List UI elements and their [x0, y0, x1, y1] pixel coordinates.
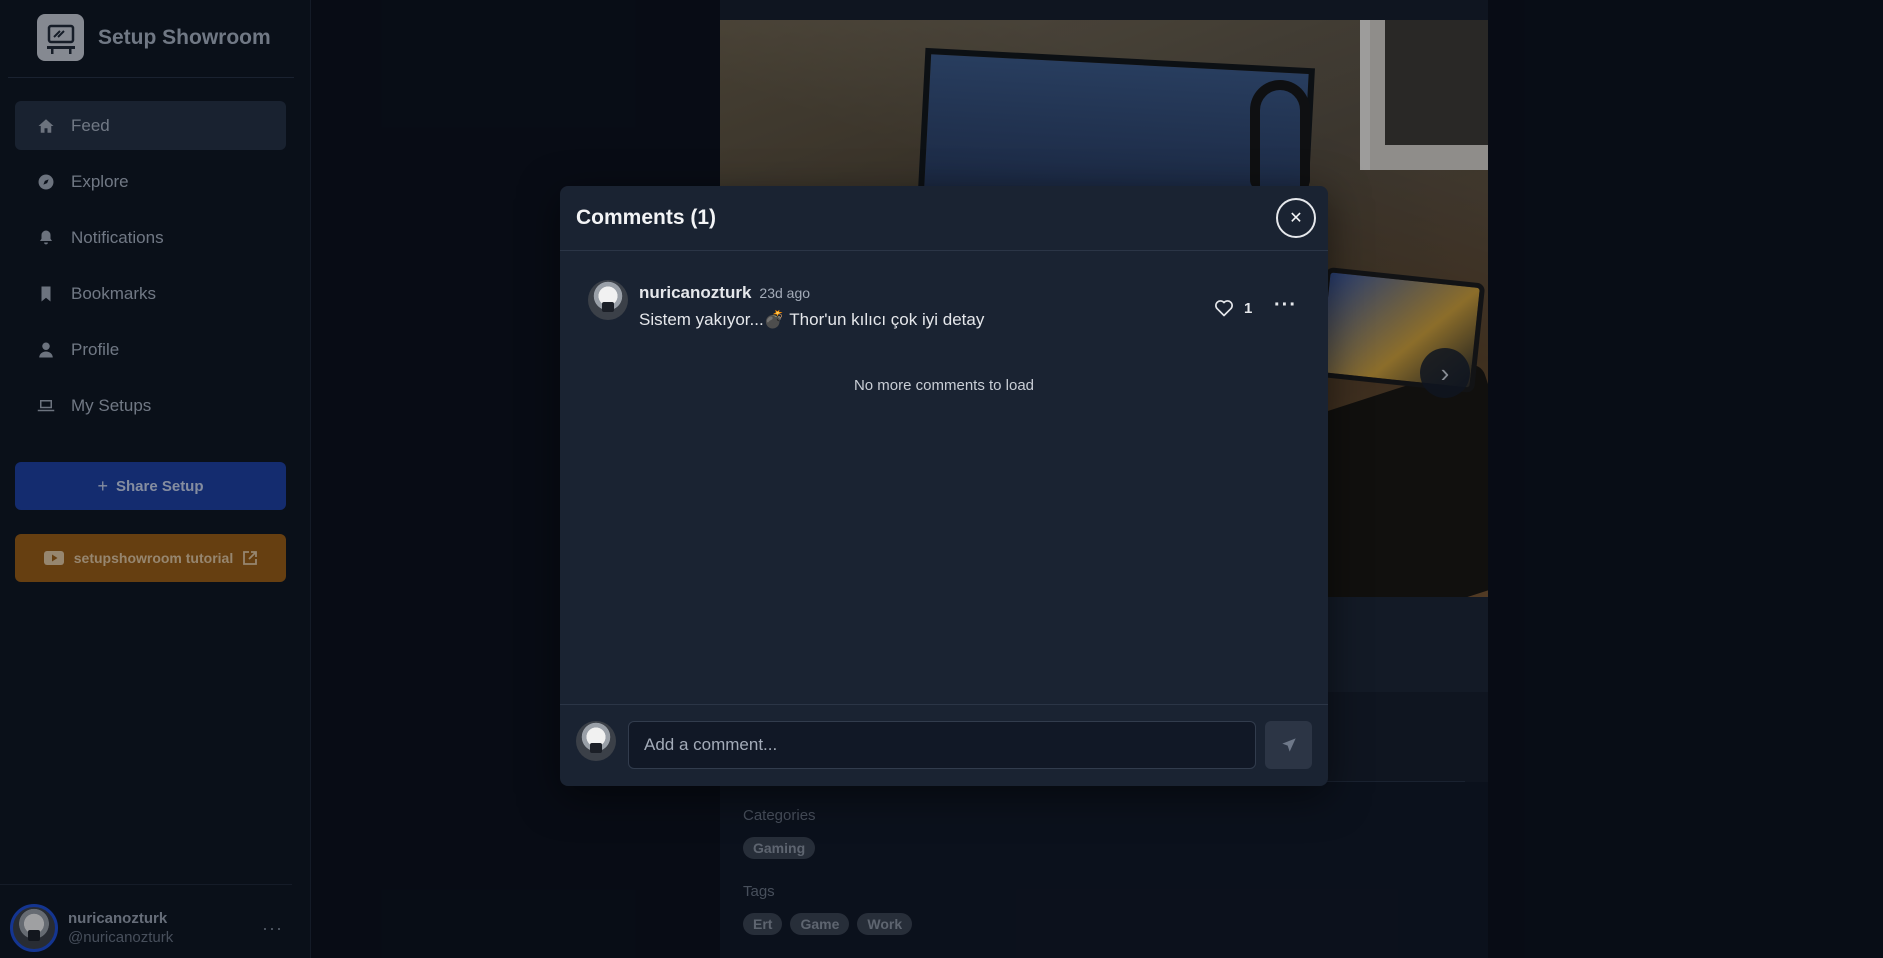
- like-button[interactable]: 1: [1214, 298, 1252, 318]
- send-icon: [1281, 738, 1296, 752]
- avatar[interactable]: [588, 280, 628, 320]
- modal-header: Comments (1) ✕: [560, 186, 1328, 251]
- no-more-comments: No more comments to load: [853, 377, 1035, 394]
- comment-header: nuricanozturk 23d ago: [639, 283, 810, 303]
- avatar: [576, 721, 616, 761]
- like-count: 1: [1244, 299, 1253, 317]
- send-button[interactable]: [1265, 721, 1312, 769]
- modal-title: Comments (1): [576, 206, 717, 229]
- comments-modal: Comments (1) ✕ nuricanozturk 23d ago Sis…: [560, 186, 1328, 786]
- comment-timestamp: 23d ago: [759, 285, 811, 301]
- heart-icon: [1215, 300, 1233, 317]
- comment-username[interactable]: nuricanozturk: [639, 283, 751, 303]
- comment-text: Sistem yakıyor...💣 Thor'un kılıcı çok iy…: [639, 310, 985, 329]
- more-options-icon[interactable]: ···: [1274, 294, 1297, 317]
- comment-composer: [560, 704, 1328, 786]
- close-icon[interactable]: ✕: [1276, 198, 1316, 238]
- comment-input[interactable]: [628, 721, 1256, 769]
